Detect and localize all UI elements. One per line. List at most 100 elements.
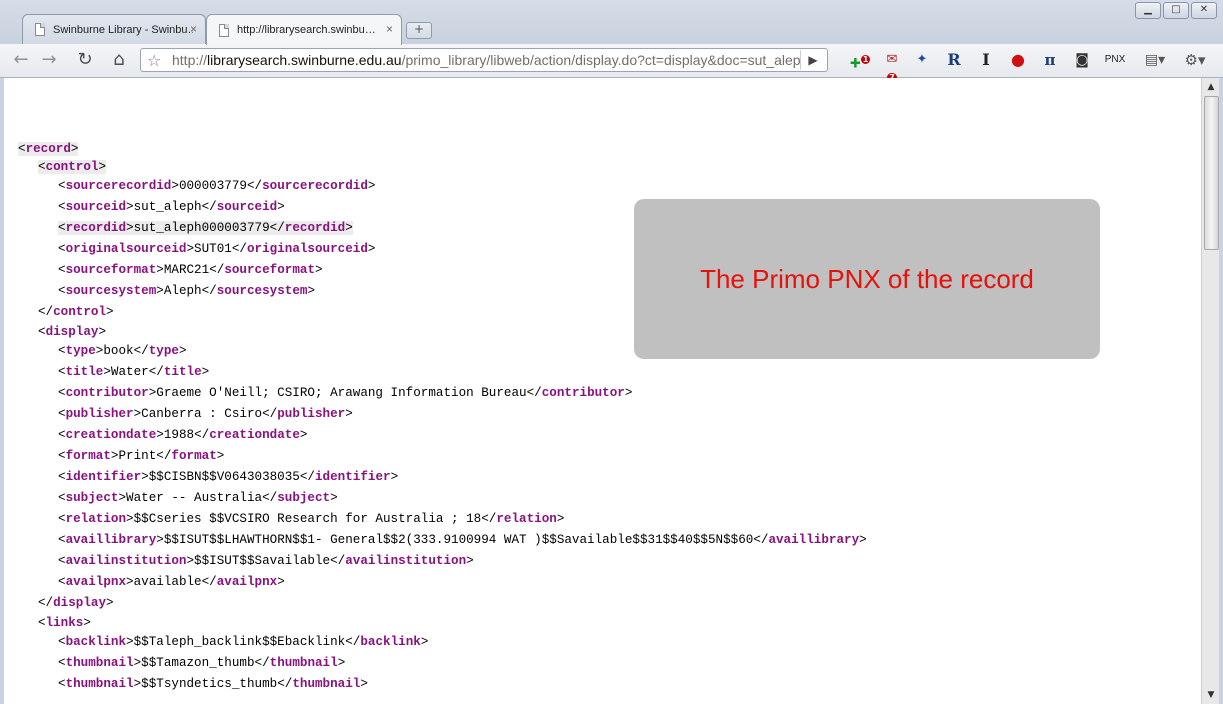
xml-field-title: <title>Water</title> — [58, 365, 210, 379]
xml-field-availinstitution: <availinstitution>$$ISUT$$Savailable</av… — [58, 554, 474, 568]
xml-field-creationdate: <creationdate>1988</creationdate> — [58, 428, 308, 442]
xml-tag-name: control — [53, 305, 107, 319]
xml-tag-name: originalsourceid — [65, 242, 187, 256]
xml-field-sourcerecordid: <sourcerecordid>000003779</sourcerecordi… — [58, 179, 376, 193]
address-bar[interactable]: ☆ http://librarysearch.swinburne.edu.au/… — [140, 48, 828, 72]
xml-field-thumbnail: <thumbnail>$$Tamazon_thumb</thumbnail> — [58, 656, 346, 670]
vertical-scrollbar[interactable]: ▲ ▼ — [1201, 78, 1220, 704]
close-window-button[interactable]: ✕ — [1191, 2, 1217, 19]
xml-tag-value: sut_aleph000003779 — [133, 221, 270, 235]
xml-tag-name: publisher — [277, 407, 346, 421]
tab-swinburne-library[interactable]: Swinburne Library - Swinbu… × — [22, 14, 206, 44]
minimize-button[interactable]: ▁ — [1135, 2, 1161, 19]
xml-tag-name: relation — [496, 512, 557, 526]
camera-icon[interactable]: ◙ — [1072, 51, 1092, 69]
xml-tag-name: record — [25, 142, 71, 156]
back-button[interactable]: ← — [8, 48, 34, 72]
xml-tag-value: $$ISUT$$LHAWTHORN$$1- General$$2(333.910… — [163, 533, 754, 547]
annotation-overlay: The Primo PNX of the record — [634, 199, 1100, 359]
tab-close-icon[interactable]: × — [190, 22, 197, 36]
xml-tag-name: sourcesystem — [216, 284, 308, 298]
xml-tag-name: availinstitution — [345, 554, 467, 568]
green-extension-icon[interactable]: ✚ 1 — [850, 51, 871, 71]
xml-tag-name: identifier — [314, 470, 391, 484]
xml-tag-name: publisher — [65, 407, 134, 421]
xml-tag-value: book — [103, 344, 134, 358]
xml-tag-name: thumbnail — [65, 656, 134, 670]
new-tab-button[interactable]: + — [406, 22, 432, 39]
xml-tag-name: thumbnail — [292, 677, 361, 691]
xml-control-open: <control> — [38, 160, 107, 174]
xml-field-publisher: <publisher>Canberra : Csiro</publisher> — [58, 407, 353, 421]
xml-tag-name: sourcerecordid — [65, 179, 172, 193]
page-icon — [219, 23, 229, 37]
tab-title: http://librarysearch.swinbu… — [237, 24, 376, 36]
url-protocol: http:// — [172, 52, 208, 68]
xml-tag-value: Graeme O'Neill; CSIRO; Arawang Informati… — [156, 386, 527, 400]
xml-tag-name: contributor — [65, 386, 149, 400]
xml-tag-name: availpnx — [216, 575, 278, 589]
xml-tag-name: availpnx — [65, 575, 127, 589]
xml-tag-value: Canberra : Csiro — [141, 407, 263, 421]
r-extension-icon[interactable]: R — [944, 51, 964, 69]
reload-icon: ↻ — [77, 49, 93, 70]
arrow-right-icon: → — [41, 49, 57, 70]
xml-tag-name: originalsourceid — [246, 242, 368, 256]
xml-record-open: <record> — [18, 142, 79, 156]
url-text[interactable]: http://librarysearch.swinburne.edu.au/pr… — [172, 52, 802, 68]
xml-tag-name: sourceid — [65, 200, 127, 214]
xml-tag-name: type — [148, 344, 179, 358]
xml-tag-value: Water -- Australia — [126, 491, 263, 505]
xml-tag-name: sourceformat — [224, 263, 316, 277]
forward-button[interactable]: → — [36, 48, 62, 72]
xml-tag-value: $$Taleph_backlink$$Ebacklink — [133, 635, 346, 649]
i-extension-icon[interactable]: I — [976, 51, 996, 69]
xml-tag-name: backlink — [360, 635, 421, 649]
xml-tag-name: availinstitution — [65, 554, 187, 568]
url-path: /primo_library/libweb/action/display.do?… — [401, 52, 801, 68]
window-border — [1219, 78, 1223, 704]
scroll-up-arrow-icon[interactable]: ▲ — [1204, 80, 1218, 94]
scroll-down-arrow-icon[interactable]: ▼ — [1204, 688, 1218, 702]
pi-extension-icon[interactable]: π — [1040, 51, 1060, 69]
go-button[interactable]: ▶ — [800, 50, 825, 70]
maximize-button[interactable]: □ — [1163, 2, 1189, 19]
wrench-menu-icon[interactable]: ⚙▾ — [1180, 51, 1210, 69]
reload-button[interactable]: ↻ — [72, 48, 98, 72]
browser-toolbar: ← → ↻ ⌂ ☆ http://librarysearch.swinburne… — [0, 44, 1223, 82]
xml-tag-name: format — [171, 449, 217, 463]
xml-tag-value: SUT01 — [194, 242, 232, 256]
mail-checker-icon[interactable]: ✉7 — [882, 51, 902, 82]
xml-field-availlibrary: <availlibrary>$$ISUT$$LHAWTHORN$$1- Gene… — [58, 533, 867, 547]
overlay-caption: The Primo PNX of the record — [700, 263, 1034, 294]
xml-tag-value: $$Cseries $$VCSIRO Research for Australi… — [133, 512, 482, 526]
xml-field-format: <format>Print</format> — [58, 449, 225, 463]
xml-field-relation: <relation>$$Cseries $$VCSIRO Research fo… — [58, 512, 565, 526]
xml-tag-value: Water — [110, 365, 149, 379]
scrollbar-thumb[interactable] — [1204, 96, 1219, 250]
xml-field-contributor: <contributor>Graeme O'Neill; CSIRO; Araw… — [58, 386, 633, 400]
xml-tag-name: recordid — [284, 221, 346, 235]
xml-tag-name: display — [53, 596, 107, 610]
xml-tag-name: thumbnail — [269, 656, 338, 670]
xml-tag-value: 000003779 — [178, 179, 247, 193]
tab-pnx-record[interactable]: http://librarysearch.swinbu… × — [206, 14, 402, 45]
adblock-icon[interactable]: ● — [1008, 51, 1028, 69]
tab-close-icon[interactable]: × — [386, 22, 393, 36]
xml-tag-value: sut_aleph — [133, 200, 202, 214]
xml-tag-name: control — [45, 160, 99, 174]
xml-tag-value: 1988 — [163, 428, 195, 442]
xml-tag-name: links — [45, 616, 84, 630]
bookmark-star-icon[interactable]: ☆ — [147, 51, 161, 70]
blue-extension-icon[interactable]: ✦ — [912, 51, 932, 69]
pnx-extension-button[interactable]: PNX — [1100, 51, 1130, 69]
xml-tag-name: creationdate — [65, 428, 157, 442]
xml-tag-value: MARC21 — [163, 263, 210, 277]
url-host: librarysearch.swinburne.edu.au — [207, 52, 402, 68]
page-menu-icon[interactable]: ▤▾ — [1142, 51, 1168, 69]
xml-tag-name: sourcerecordid — [262, 179, 368, 193]
home-button[interactable]: ⌂ — [106, 48, 132, 72]
xml-tag-name: thumbnail — [65, 677, 134, 691]
xml-tag-name: creationdate — [209, 428, 300, 442]
xml-field-availpnx: <availpnx>available</availpnx> — [58, 575, 285, 589]
